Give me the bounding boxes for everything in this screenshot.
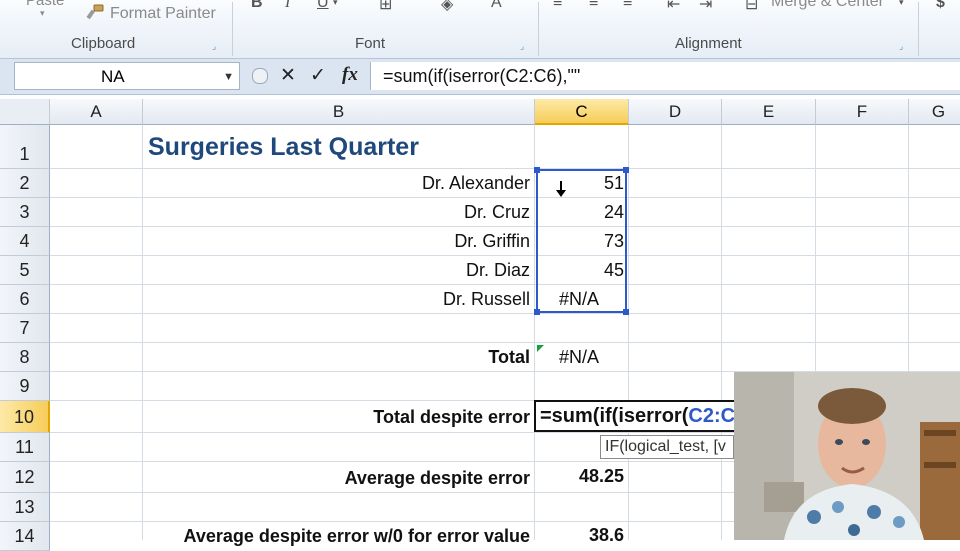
down-arrow-cursor-icon <box>556 181 566 202</box>
total-value-cell[interactable]: #N/A <box>559 347 599 368</box>
doctor-name-cell[interactable]: Dr. Cruz <box>143 202 530 223</box>
range-handle[interactable] <box>623 167 629 173</box>
presenter-video-icon <box>734 372 960 540</box>
alignment-group: ≡ ≡ ≡ ⇤ ⇥ ⊟ Merge & Center ▾ Alignment ⌟ <box>539 0 917 58</box>
formula-buttons: ✕ ✓ fx <box>246 62 364 90</box>
doctor-name-cell[interactable]: Dr. Russell <box>143 289 530 310</box>
insert-function-icon[interactable]: fx <box>342 64 358 86</box>
underline-dropdown-icon[interactable]: ▾ <box>333 0 338 8</box>
edit-text-ref: C2:C <box>688 405 734 427</box>
gridline <box>50 342 960 343</box>
average-zero-value-cell[interactable]: 38.6 <box>535 525 624 546</box>
grip-icon <box>252 68 268 84</box>
increase-indent-icon[interactable]: ⇥ <box>699 0 712 14</box>
selected-range[interactable] <box>534 167 629 315</box>
gridline <box>628 125 629 540</box>
gridline <box>721 125 722 540</box>
paste-button[interactable]: Paste <box>26 0 64 9</box>
total-label-cell[interactable]: Total <box>143 347 530 368</box>
gridline <box>50 226 960 227</box>
edit-text-func: iserror( <box>618 405 689 427</box>
row-header-13[interactable]: 13 <box>0 493 50 522</box>
formula-bar: NA ▼ ✕ ✓ fx =sum(if(iserror(C2:C6),"" <box>0 59 960 95</box>
cancel-icon[interactable]: ✕ <box>280 64 296 87</box>
chevron-down-icon[interactable]: ▼ <box>223 63 234 91</box>
row-header-10[interactable]: 10 <box>0 401 50 433</box>
format-painter-button[interactable]: Format Painter <box>110 5 216 23</box>
average-zero-label[interactable]: Average despite error w/0 for error valu… <box>143 526 530 547</box>
enter-icon[interactable]: ✓ <box>310 64 326 87</box>
webcam-overlay <box>734 372 960 540</box>
row-header-1[interactable]: 1 <box>0 125 50 169</box>
average-value-cell[interactable]: 48.25 <box>535 466 624 487</box>
name-box[interactable]: NA ▼ <box>14 62 240 90</box>
gridline <box>50 255 960 256</box>
row-header-3[interactable]: 3 <box>0 198 50 227</box>
underline-button[interactable]: U <box>317 0 329 12</box>
font-launcher-icon[interactable]: ⌟ <box>520 41 530 51</box>
merge-dropdown-icon[interactable]: ▾ <box>899 0 904 8</box>
active-cell-editor[interactable]: =sum(if(iserror(C2:C <box>534 400 734 432</box>
align-center-icon[interactable]: ≡ <box>589 0 598 12</box>
edit-text-prefix: =sum(if( <box>540 405 619 427</box>
row-header-12[interactable]: 12 <box>0 462 50 493</box>
row-header-4[interactable]: 4 <box>0 227 50 256</box>
column-header-g[interactable]: G <box>909 99 960 125</box>
range-handle[interactable] <box>534 309 540 315</box>
total-despite-error-label[interactable]: Total despite error <box>143 407 530 428</box>
row-header-9[interactable]: 9 <box>0 372 50 401</box>
range-handle[interactable] <box>623 309 629 315</box>
paintbrush-icon[interactable] <box>86 4 104 20</box>
gridline <box>50 168 960 169</box>
column-header-d[interactable]: D <box>629 99 722 125</box>
align-right-icon[interactable]: ≡ <box>623 0 632 12</box>
font-group-label: Font <box>355 35 386 52</box>
select-all-corner[interactable] <box>0 99 50 125</box>
font-color-icon[interactable]: A <box>491 0 502 12</box>
ribbon-separator <box>918 2 919 56</box>
merge-center-button[interactable]: Merge & Center <box>771 0 884 11</box>
gridline <box>50 284 960 285</box>
error-indicator-icon[interactable] <box>537 345 544 352</box>
column-header-b[interactable]: B <box>143 99 535 125</box>
doctor-name-cell[interactable]: Dr. Griffin <box>143 231 530 252</box>
range-handle[interactable] <box>534 167 540 173</box>
gridline <box>50 313 960 314</box>
decrease-indent-icon[interactable]: ⇤ <box>667 0 680 14</box>
bold-button[interactable]: B <box>251 0 263 12</box>
font-group: B I U ▾ ⊞ ◈ A Font ⌟ <box>233 0 538 58</box>
column-header-a[interactable]: A <box>50 99 143 125</box>
row-header-8[interactable]: 8 <box>0 343 50 372</box>
gridline <box>50 197 960 198</box>
alignment-launcher-icon[interactable]: ⌟ <box>899 41 909 51</box>
doctor-name-cell[interactable]: Dr. Alexander <box>143 173 530 194</box>
ribbon: Paste ▾ Format Painter Clipboard ⌟ B I U… <box>0 0 960 59</box>
average-despite-error-label[interactable]: Average despite error <box>143 468 530 489</box>
merge-center-icon[interactable]: ⊟ <box>745 0 758 14</box>
fill-color-icon[interactable]: ◈ <box>441 0 453 14</box>
function-tooltip: IF(logical_test, [v <box>600 435 734 459</box>
row-header-7[interactable]: 7 <box>0 314 50 343</box>
row-header-6[interactable]: 6 <box>0 285 50 314</box>
currency-button[interactable]: $ <box>936 0 945 12</box>
sheet-title[interactable]: Surgeries Last Quarter <box>148 133 419 162</box>
clipboard-group: Paste ▾ Format Painter Clipboard ⌟ <box>0 0 232 58</box>
doctor-name-cell[interactable]: Dr. Diaz <box>143 260 530 281</box>
clipboard-launcher-icon[interactable]: ⌟ <box>212 41 222 51</box>
column-header-f[interactable]: F <box>816 99 909 125</box>
paste-dropdown-icon[interactable]: ▾ <box>40 8 45 19</box>
row-header-5[interactable]: 5 <box>0 256 50 285</box>
row-header-2[interactable]: 2 <box>0 169 50 198</box>
italic-button[interactable]: I <box>285 0 290 12</box>
column-header-c[interactable]: C <box>535 99 629 125</box>
clipboard-group-label: Clipboard <box>71 35 136 52</box>
row-header-14[interactable]: 14 <box>0 522 50 551</box>
column-header-e[interactable]: E <box>722 99 816 125</box>
row-header-11[interactable]: 11 <box>0 433 50 462</box>
align-left-icon[interactable]: ≡ <box>553 0 562 12</box>
name-box-value: NA <box>101 67 125 86</box>
formula-input[interactable]: =sum(if(iserror(C2:C6),"" <box>370 62 960 90</box>
borders-icon[interactable]: ⊞ <box>379 0 392 14</box>
alignment-group-label: Alignment <box>675 35 742 52</box>
